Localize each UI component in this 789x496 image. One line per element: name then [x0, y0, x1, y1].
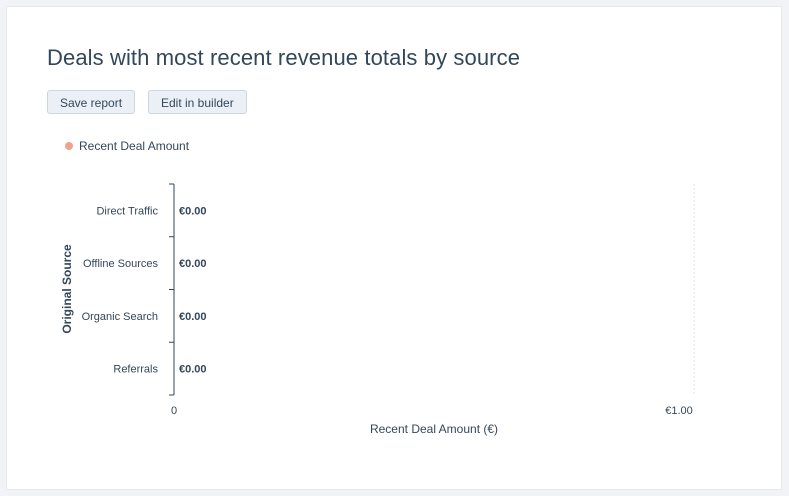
data-label: €0.00 [179, 258, 207, 270]
y-axis-title: Original Source [60, 244, 74, 334]
x-tick-label: 0 [171, 405, 177, 417]
data-label: €0.00 [179, 311, 207, 323]
y-tick-label: Organic Search [82, 311, 158, 323]
y-tick-label: Offline Sources [83, 258, 159, 270]
x-tick-label: €1.00 [665, 405, 693, 417]
y-tick-label: Direct Traffic [96, 205, 158, 217]
data-label: €0.00 [179, 205, 207, 217]
bar-chart: Direct Traffic €0.00 Offline Sources €0.00 O… [60, 183, 695, 436]
x-axis-title: Recent Deal Amount (€) [370, 422, 498, 436]
data-label: €0.00 [179, 364, 207, 376]
y-tick-label: Referrals [113, 364, 158, 376]
